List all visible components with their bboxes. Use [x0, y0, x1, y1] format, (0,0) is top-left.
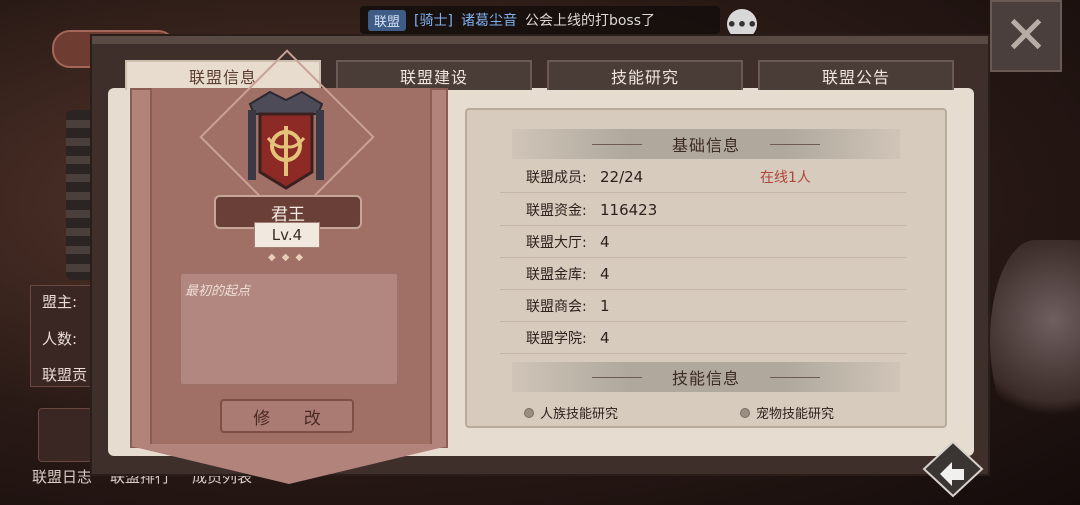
guild-log-icon[interactable] [38, 408, 92, 462]
tab-guild-announcement[interactable]: 联盟公告 [758, 60, 954, 90]
skill-pet-research[interactable]: 宠物技能研究 [740, 403, 834, 422]
chain-decoration [66, 110, 94, 280]
info-row-vault: 联盟金库: 4 [500, 259, 906, 290]
more-icon: ••• [726, 14, 758, 34]
guild-notice-text: 最初的起点 [185, 284, 251, 299]
guild-level: Lv.4 [254, 222, 320, 248]
chat-message: 公会上线的打boss了 [524, 13, 655, 29]
skill-info-header: 技能信息 [512, 362, 900, 392]
close-button[interactable]: ✕ [990, 0, 1062, 72]
leader-label: 盟主: [42, 293, 78, 311]
online-count: 在线1人 [760, 170, 811, 186]
back-arrow-button[interactable] [922, 440, 984, 498]
chat-strip[interactable]: 联盟 [骑士] 诸葛尘音 公会上线的打boss了 [360, 6, 720, 34]
skill-human-research[interactable]: 人族技能研究 [524, 403, 618, 422]
right-decoration [990, 240, 1080, 440]
bullet-icon [524, 407, 534, 418]
chat-sender[interactable]: 诸葛尘音 [461, 10, 517, 30]
bullet-icon [740, 407, 750, 418]
chat-role: [骑士] [414, 13, 453, 29]
divider-ornament: ◆◆◆ [268, 252, 310, 263]
back-arrow-icon [922, 440, 984, 498]
info-row-academy: 联盟学院: 4 [500, 323, 906, 354]
guild-log-link[interactable]: 联盟日志 [32, 466, 92, 487]
edit-button[interactable]: 修 改 [220, 399, 354, 433]
close-icon: ✕ [1004, 6, 1048, 66]
chat-more-button[interactable]: ••• [727, 9, 757, 39]
contribution-label: 联盟贡 [42, 366, 88, 384]
tab-guild-construction[interactable]: 联盟建设 [336, 60, 532, 90]
skill-info-title: 技能信息 [671, 369, 740, 388]
info-row-members: 联盟成员: 22/24 在线1人 [500, 162, 906, 193]
chat-channel-tag: 联盟 [368, 9, 407, 31]
tab-skill-research[interactable]: 技能研究 [547, 60, 743, 90]
info-row-chamber: 联盟商会: 1 [500, 291, 906, 322]
basic-info-header: 基础信息 [512, 129, 900, 159]
count-label: 人数: [42, 330, 78, 348]
basic-info-title: 基础信息 [671, 136, 740, 155]
info-row-hall: 联盟大厅: 4 [500, 227, 906, 258]
info-row-funds: 联盟资金: 116423 [500, 195, 906, 226]
guild-emblem-icon [240, 90, 332, 190]
